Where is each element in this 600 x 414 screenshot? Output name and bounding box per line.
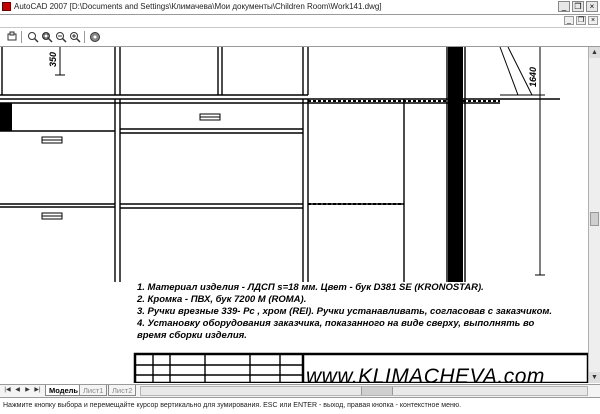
- drawing-notes: 1. Материал изделия - ЛДСП s=18 мм. Цвет…: [137, 282, 577, 342]
- doc-restore-button[interactable]: ❐: [576, 16, 586, 25]
- note-line: 2. Кромка - ПВХ, бук 7200 М (ROMA).: [137, 294, 307, 305]
- drawing-area[interactable]: 350 1640 1. Материал изделия - ЛДСП s=18…: [0, 47, 588, 383]
- pan-icon[interactable]: [6, 31, 18, 43]
- toolbar-separator: [84, 31, 85, 43]
- layout-tabs-bar: |◀ ◀ ▶ ▶| Модель Лист1 Лист2: [0, 384, 600, 397]
- first-tab-icon[interactable]: |◀: [3, 386, 12, 395]
- tab-layout1[interactable]: Лист1: [79, 385, 108, 396]
- dimension-left: 350: [48, 52, 58, 67]
- window-controls: _ ❐ ×: [558, 1, 598, 12]
- note-line: 3. Ручки врезные 339- Pc , хром (REI). Р…: [137, 306, 553, 317]
- scroll-up-icon[interactable]: ▲: [589, 47, 600, 58]
- window-title: AutoCAD 2007 [D:\Documents and Settings\…: [14, 1, 382, 13]
- toolbar-separator: [21, 31, 22, 43]
- note-line: 4. Установку оборудования заказчика, пок…: [137, 318, 535, 329]
- document-path: [D:\Documents and Settings\Климачева\Мои…: [69, 2, 382, 11]
- zoom-toolbar: [0, 28, 600, 47]
- doc-minimize-button[interactable]: _: [564, 16, 574, 25]
- tab-layout2[interactable]: Лист2: [108, 385, 137, 396]
- note-line: время сборки изделия.: [137, 330, 247, 341]
- prev-tab-icon[interactable]: ◀: [13, 386, 22, 395]
- autocad-icon[interactable]: [2, 2, 11, 11]
- app-name: AutoCAD 2007: [14, 2, 68, 11]
- command-status-bar: Нажмите кнопку выбора и перемещайте курс…: [0, 397, 600, 414]
- vertical-scrollbar[interactable]: ▲ ▼: [588, 47, 600, 383]
- doc-close-button[interactable]: ×: [588, 16, 598, 25]
- document-controls: _ ❐ ×: [564, 16, 598, 25]
- document-bar: _ ❐ ×: [0, 15, 600, 28]
- scroll-thumb[interactable]: [590, 212, 599, 226]
- last-tab-icon[interactable]: ▶|: [33, 386, 42, 395]
- website-label: www.KLIMACHEVA.com: [306, 365, 545, 384]
- zoom-extents-icon[interactable]: [69, 31, 81, 43]
- zoom-realtime-icon[interactable]: [27, 31, 39, 43]
- title-bar: AutoCAD 2007 [D:\Documents and Settings\…: [0, 0, 600, 15]
- close-button[interactable]: ×: [586, 1, 598, 12]
- next-tab-icon[interactable]: ▶: [23, 386, 32, 395]
- horizontal-scrollbar[interactable]: [140, 386, 588, 396]
- plot-icon[interactable]: [89, 31, 101, 43]
- note-line: 1. Материал изделия - ЛДСП s=18 мм. Цвет…: [137, 282, 484, 293]
- zoom-previous-icon[interactable]: [55, 31, 67, 43]
- horizontal-scroll-thumb[interactable]: [361, 387, 393, 395]
- dimension-right: 1640: [528, 67, 538, 87]
- tab-model[interactable]: Модель: [45, 385, 83, 396]
- zoom-window-icon[interactable]: [41, 31, 53, 43]
- scroll-down-icon[interactable]: ▼: [589, 372, 600, 383]
- maximize-button[interactable]: ❐: [572, 1, 584, 12]
- minimize-button[interactable]: _: [558, 1, 570, 12]
- status-text: Нажмите кнопку выбора и перемещайте курс…: [3, 402, 462, 409]
